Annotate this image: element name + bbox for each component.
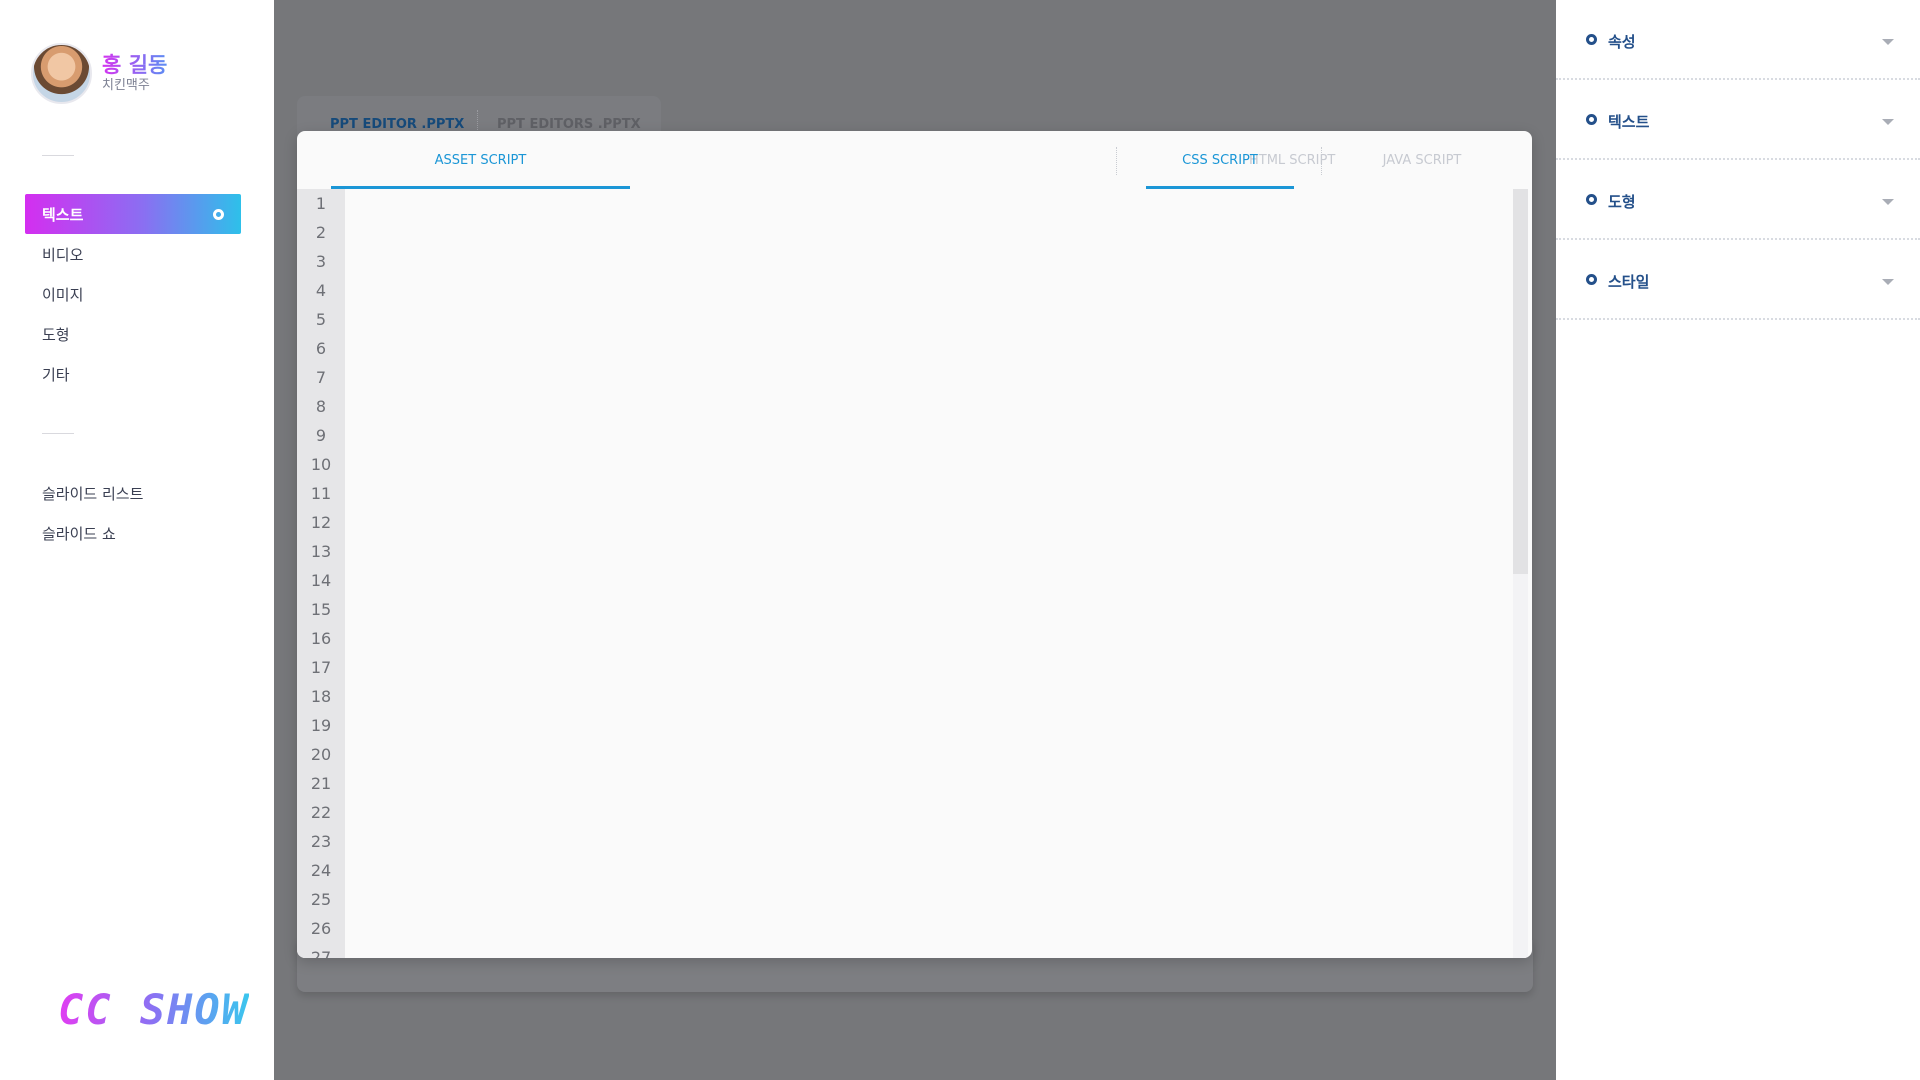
script-editor-modal: ASSET SCRIPT HTML SCRIPT CSS SCRIPT JAVA… [297, 131, 1532, 958]
chevron-down-icon[interactable] [1882, 199, 1894, 205]
chevron-down-icon[interactable] [1882, 119, 1894, 125]
prop-section-shape[interactable]: 도형 [1556, 160, 1920, 240]
file-tab-inactive[interactable]: PPT EDITORS .PPTX [497, 117, 641, 132]
chevron-down-icon[interactable] [1882, 39, 1894, 45]
bullet-icon [1586, 114, 1597, 125]
line-number: 9 [315, 426, 327, 445]
bullet-icon [1586, 274, 1597, 285]
prop-section-text[interactable]: 텍스트 [1556, 80, 1920, 160]
line-number: 15 [310, 600, 332, 619]
prop-section-label: 도형 [1608, 193, 1636, 211]
profile-subtitle: 치킨맥주 [102, 78, 150, 93]
profile-text: 홍 길동 치킨맥주 [102, 53, 167, 94]
line-number: 27 [310, 948, 332, 958]
bullet-icon [1586, 34, 1597, 45]
line-number: 11 [310, 484, 332, 503]
nav-item-video[interactable]: 비디오 [25, 234, 241, 274]
nav-item-label: 슬라이드 쇼 [42, 524, 116, 543]
line-number-gutter: 1 2 3 4 5 6 7 8 9 10 11 12 13 14 15 16 17 18 19 20 21 22 23 24 2… [297, 189, 345, 958]
line-number: 18 [310, 687, 332, 706]
active-dot-icon [213, 208, 224, 220]
nav-item-text[interactable]: 텍스트 [25, 194, 241, 234]
line-number: 16 [310, 629, 332, 648]
line-number: 8 [315, 397, 327, 416]
tab-css-script[interactable]: CSS SCRIPT [1146, 131, 1294, 189]
line-number: 20 [310, 745, 332, 764]
prop-section-label: 텍스트 [1608, 113, 1650, 131]
nav-item-slide-show[interactable]: 슬라이드 쇼 [25, 513, 241, 553]
divider [42, 155, 74, 156]
tab-label: CSS SCRIPT [1182, 152, 1258, 168]
tab-asset-script[interactable]: ASSET SCRIPT [331, 131, 630, 189]
divider [42, 433, 74, 434]
tab-java-script[interactable]: JAVA SCRIPT [1337, 131, 1507, 189]
prop-section-label: 속성 [1608, 33, 1636, 51]
prop-section-attributes[interactable]: 속성 [1556, 0, 1920, 80]
line-number: 6 [315, 339, 327, 358]
line-number: 3 [315, 252, 327, 271]
nav-item-label: 이미지 [42, 285, 84, 304]
line-number: 2 [315, 223, 327, 242]
tab-separator [1321, 147, 1322, 175]
chevron-down-icon[interactable] [1882, 279, 1894, 285]
line-number: 24 [310, 861, 332, 880]
line-number: 14 [310, 571, 332, 590]
nav-item-label: 슬라이드 리스트 [42, 484, 144, 503]
file-tab-active[interactable]: PPT EDITOR .PPTX [330, 117, 464, 132]
line-number: 21 [310, 774, 332, 793]
nav-item-etc[interactable]: 기타 [25, 354, 241, 394]
line-number: 25 [310, 890, 332, 909]
line-number: 10 [310, 455, 332, 474]
tab-separator [1116, 147, 1117, 175]
line-number: 19 [310, 716, 332, 735]
prop-section-style[interactable]: 스타일 [1556, 240, 1920, 320]
line-number: 22 [310, 803, 332, 822]
bullet-icon [1586, 194, 1597, 205]
secondary-nav: 슬라이드 리스트 슬라이드 쇼 [25, 473, 241, 553]
line-number: 5 [315, 310, 327, 329]
nav-item-image[interactable]: 이미지 [25, 274, 241, 314]
app-logo: CC SHOW [58, 985, 250, 1034]
tab-label: JAVA SCRIPT [1382, 152, 1462, 168]
line-number: 26 [310, 919, 332, 938]
primary-nav: 텍스트 비디오 이미지 도형 기타 [25, 194, 241, 394]
code-area[interactable]: 1 2 3 4 5 6 7 8 9 10 11 12 13 14 15 16 17 18 19 20 21 22 23 24 2… [297, 189, 1532, 958]
profile-name: 홍 길동 [102, 53, 168, 77]
nav-item-label: 도형 [42, 325, 70, 344]
properties-panel: 속성 텍스트 도형 스타일 [1556, 0, 1920, 1080]
line-number: 4 [315, 281, 327, 300]
avatar[interactable] [31, 43, 92, 104]
nav-item-shape[interactable]: 도형 [25, 314, 241, 354]
nav-item-label: 기타 [42, 365, 70, 384]
nav-item-slide-list[interactable]: 슬라이드 리스트 [25, 473, 241, 513]
line-numbers: 1 2 3 4 5 6 7 8 9 10 11 12 13 14 15 16 17 18 19 20 21 22 23 24 2… [297, 189, 345, 958]
line-number: 1 [315, 194, 327, 213]
nav-item-label: 텍스트 [42, 205, 84, 224]
line-number: 17 [310, 658, 332, 677]
scrollbar-thumb[interactable] [1513, 189, 1528, 574]
line-number: 13 [310, 542, 332, 561]
user-profile[interactable]: 홍 길동 치킨맥주 [31, 43, 167, 104]
line-number: 12 [310, 513, 332, 532]
tab-label: ASSET SCRIPT [434, 152, 527, 168]
left-sidebar: 홍 길동 치킨맥주 텍스트 비디오 이미지 도형 기타 슬라이드 리스트 슬라이… [0, 0, 274, 1080]
line-number: 23 [310, 832, 332, 851]
nav-item-label: 비디오 [42, 245, 84, 264]
line-number: 7 [315, 368, 327, 387]
prop-section-label: 스타일 [1608, 273, 1650, 291]
